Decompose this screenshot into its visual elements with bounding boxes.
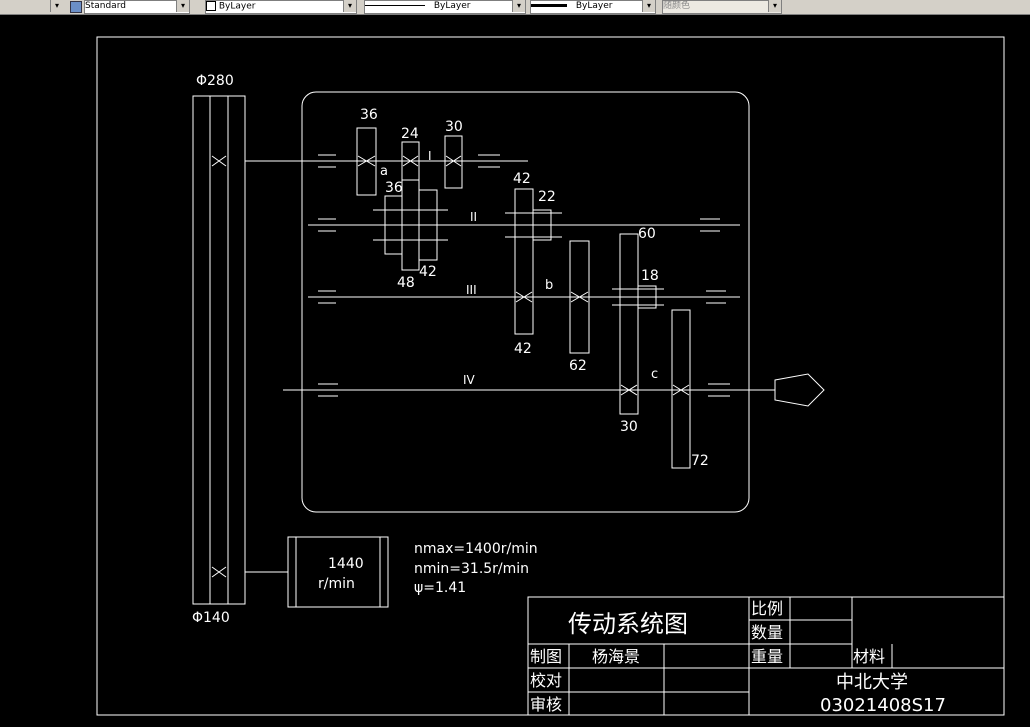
gear-42-mid-label: 42 xyxy=(419,264,437,280)
text-style-icon xyxy=(70,1,82,13)
motor-speed: 1440 xyxy=(328,556,364,572)
shaft-1-label: I xyxy=(428,149,432,163)
shaft-1 xyxy=(302,154,528,168)
shaft-4 xyxy=(283,383,775,397)
text-style-select[interactable]: Standard xyxy=(84,0,190,14)
chevron-down-icon[interactable]: ▾ xyxy=(768,0,781,12)
scale-label: 比例 xyxy=(751,599,783,618)
pulley-bottom-label: Φ140 xyxy=(192,610,230,626)
gearbox-housing xyxy=(301,91,750,513)
gear-48-label: 48 xyxy=(397,275,415,291)
shaft-3-label: III xyxy=(466,283,477,297)
approved-label: 审核 xyxy=(530,695,562,714)
pulley-top-label: Φ280 xyxy=(196,73,234,89)
motor-unit: r/min xyxy=(318,576,355,592)
motor-box xyxy=(287,536,389,608)
chevron-down-icon[interactable]: ▾ xyxy=(512,0,525,12)
belt-pulley xyxy=(192,95,302,605)
student-id: 03021408S17 xyxy=(820,695,946,716)
phi-text: ψ=1.41 xyxy=(414,580,466,596)
gear-24-label: 24 xyxy=(401,126,419,142)
properties-toolbar: ▾ Standard ▾ ByLayer ▾ ByLayer ▾ ByLayer… xyxy=(0,0,1030,15)
nmax-text: nmax=1400r/min xyxy=(414,541,538,557)
linetype-preview-icon xyxy=(365,5,425,6)
gear-62-label: 62 xyxy=(569,358,587,374)
gear-60 xyxy=(619,233,639,415)
gear-36-top-label: 36 xyxy=(360,107,378,123)
spindle-chuck xyxy=(774,373,825,407)
gear-42-top xyxy=(514,188,534,335)
shaft-2-label: II xyxy=(470,210,477,224)
gear-72 xyxy=(671,309,691,469)
group-c-label: c xyxy=(651,367,658,382)
gear-30-top xyxy=(444,135,463,189)
gear-36-mid-label: 36 xyxy=(385,180,403,196)
drawing-svg: Φ280 Φ140 36 24 30 36 48 42 42 22 60 18 … xyxy=(96,36,1005,716)
gear-30-top-label: 30 xyxy=(445,119,463,135)
linetype-select[interactable]: ByLayer xyxy=(364,0,526,14)
chevron-down-icon[interactable]: ▾ xyxy=(176,0,189,12)
gear-60-label: 60 xyxy=(638,226,656,242)
gear-72-label: 72 xyxy=(691,453,709,469)
gear-30-bottom-label: 30 xyxy=(620,419,638,435)
checked-label: 校对 xyxy=(530,671,562,690)
title-block-title: 传动系统图 xyxy=(568,610,688,638)
school-name: 中北大学 xyxy=(836,672,908,693)
gear-42-top-label: 42 xyxy=(513,171,531,187)
shaft-2 xyxy=(308,218,740,232)
gear-22-label: 22 xyxy=(538,189,556,205)
group-b-label: b xyxy=(545,278,553,293)
sheet-border xyxy=(96,36,1005,716)
group-a-label: a xyxy=(380,164,388,179)
material-label: 材料 xyxy=(853,647,885,666)
shaft-4-label: IV xyxy=(463,373,476,387)
weight-label: 重量 xyxy=(751,647,783,666)
nmin-text: nmin=31.5r/min xyxy=(414,561,529,577)
layer-select[interactable]: ByLayer xyxy=(205,0,357,14)
lineweight-preview-icon xyxy=(531,4,567,7)
lineweight-select[interactable]: ByLayer xyxy=(530,0,656,14)
chevron-down-icon[interactable]: ▾ xyxy=(343,0,356,12)
drawn-label: 制图 xyxy=(530,647,562,666)
plot-style-select[interactable]: 随颜色 xyxy=(662,0,782,14)
color-swatch-icon xyxy=(206,1,216,11)
dropdown-arrow-icon[interactable]: ▾ xyxy=(50,0,63,12)
gear-18-label: 18 xyxy=(641,268,659,284)
quantity-label: 数量 xyxy=(751,623,783,642)
gear-42-bottom-label: 42 xyxy=(514,341,532,357)
chevron-down-icon[interactable]: ▾ xyxy=(642,0,655,12)
drawn-by: 杨海景 xyxy=(592,647,640,666)
drawing-canvas[interactable]: Φ280 Φ140 36 24 30 36 48 42 42 22 60 18 … xyxy=(0,15,1030,727)
